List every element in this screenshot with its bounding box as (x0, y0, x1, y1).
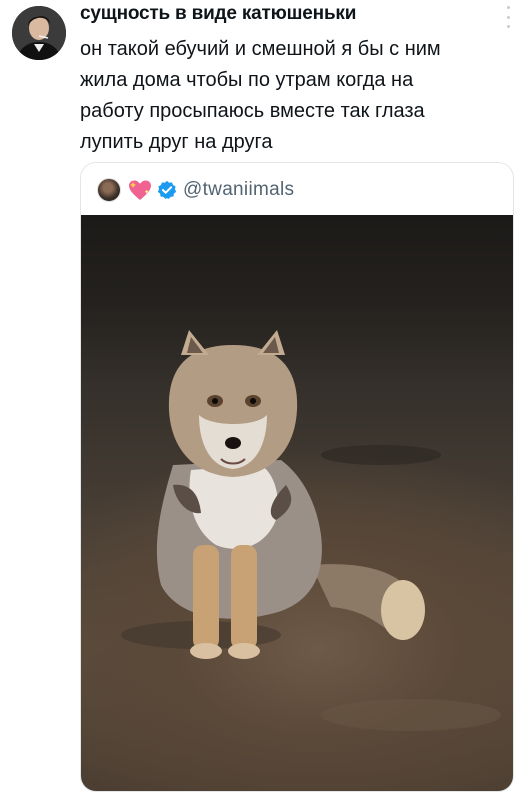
user-avatar[interactable] (12, 6, 66, 60)
user-avatar-icon (12, 6, 66, 60)
quoted-avatar-icon[interactable] (97, 178, 121, 202)
author-name[interactable]: сущность в виде катюшеньки (80, 3, 356, 25)
sparkling-heart-icon (129, 180, 151, 200)
quoted-handle[interactable]: @twaniimals (183, 179, 294, 201)
verified-badge-icon (157, 180, 177, 199)
quoted-tweet-header: @twaniimals (97, 177, 294, 203)
quoted-tweet-card[interactable]: @twaniimals (80, 162, 514, 792)
tweet-text: он такой ебучий и смешной я бы с ним жил… (80, 38, 441, 153)
more-options-icon[interactable] (505, 6, 511, 28)
fox-photo[interactable] (81, 215, 513, 791)
fox-illustration (121, 330, 501, 731)
